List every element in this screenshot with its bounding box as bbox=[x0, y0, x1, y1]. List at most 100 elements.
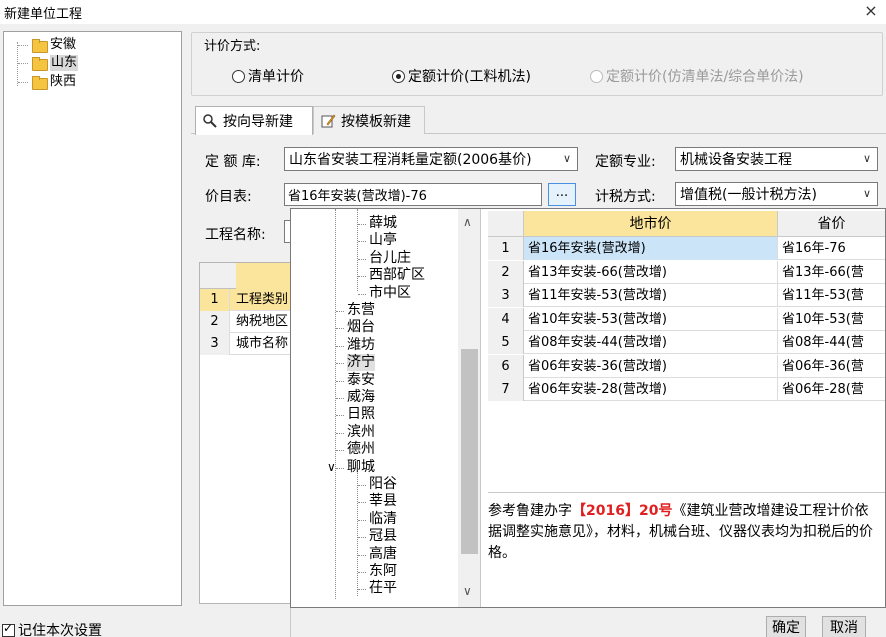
city-tree-item[interactable]: 临清 bbox=[369, 511, 397, 528]
table-row[interactable]: 2 纳税地区 bbox=[200, 311, 292, 333]
tree-connector bbox=[336, 328, 344, 329]
city-tree-item[interactable]: 市中区 bbox=[369, 285, 411, 302]
wizard-icon bbox=[202, 113, 218, 129]
cell-city-price: 省16年安装(营改增) bbox=[524, 237, 778, 260]
city-tree-item[interactable]: 潍坊 bbox=[347, 337, 375, 354]
tax-value: 增值税(一般计税方法) bbox=[680, 187, 817, 203]
city-tree-item[interactable]: 滨州 bbox=[347, 424, 375, 441]
region-tree-item-shaanxi[interactable]: 陕西 bbox=[31, 74, 76, 90]
radio-quota-pricing-imitation[interactable]: 定额计价(仿清单法/综合单价法) bbox=[590, 66, 804, 86]
city-tree-item[interactable]: 台儿庄 bbox=[369, 250, 411, 267]
specialty-label: 定额专业: bbox=[595, 154, 656, 170]
tree-connector bbox=[18, 63, 28, 64]
table-row[interactable]: 3 省11年安装-53(营改增) 省11年-53(营 bbox=[488, 284, 885, 307]
region-tree[interactable]: 安徽 山东 陕西 bbox=[3, 31, 182, 606]
region-tree-label: 山东 bbox=[50, 55, 79, 71]
table-row[interactable]: 1 工程类别 bbox=[200, 289, 292, 311]
remember-settings-checkbox[interactable]: 记住本次设置 bbox=[2, 620, 102, 637]
cell-city-price: 省06年安装-28(营改增) bbox=[524, 378, 778, 401]
tree-connector bbox=[358, 537, 366, 538]
tree-connector bbox=[17, 42, 18, 86]
city-tree-item[interactable]: 莘县 bbox=[369, 493, 397, 510]
table-row[interactable]: 7 省06年安装-28(营改增) 省06年-28(营 bbox=[488, 378, 885, 401]
scroll-thumb[interactable] bbox=[461, 349, 478, 554]
tab-label: 按向导新建 bbox=[223, 114, 293, 130]
specialty-select[interactable]: 机械设备安装工程 ∨ bbox=[675, 147, 878, 171]
row-number: 7 bbox=[488, 378, 524, 401]
table-row[interactable]: 6 省06年安装-36(营改增) 省06年-36(营 bbox=[488, 354, 885, 378]
region-tree-item-shandong[interactable]: 山东 bbox=[31, 55, 79, 71]
city-tree-item[interactable]: 聊城 bbox=[347, 459, 375, 476]
city-tree-item[interactable]: 高唐 bbox=[369, 546, 397, 563]
tree-connector bbox=[358, 485, 366, 486]
city-tree-item[interactable]: 泰安 bbox=[347, 372, 375, 389]
cancel-button[interactable]: 取消 bbox=[822, 616, 866, 637]
chevron-down-icon: ∨ bbox=[862, 152, 871, 165]
tree-connector bbox=[358, 259, 366, 260]
price-list-input[interactable]: 省16年安装(营改增)-76 bbox=[284, 183, 542, 206]
cell-city-price: 省06年安装-36(营改增) bbox=[524, 354, 778, 378]
folder-icon bbox=[31, 39, 48, 53]
city-tree-item[interactable]: 薛城 bbox=[369, 215, 397, 232]
price-list-label: 价目表: bbox=[205, 189, 252, 205]
region-tree-item-anhui[interactable]: 安徽 bbox=[31, 37, 76, 53]
region-tree-label: 安徽 bbox=[50, 37, 77, 52]
specialty-value: 机械设备安装工程 bbox=[680, 152, 792, 168]
radio-dot bbox=[590, 69, 603, 83]
table-row[interactable]: 1 省16年安装(营改增) 省16年-76 bbox=[488, 237, 885, 260]
tab-wizard-new[interactable]: 按向导新建 bbox=[195, 106, 313, 135]
tree-connector bbox=[336, 415, 344, 416]
table-row[interactable]: 5 省08年安装-44(营改增) 省08年-44(营 bbox=[488, 331, 885, 354]
quota-lib-select[interactable]: 山东省安装工程消耗量定额(2006基价) ∨ bbox=[284, 147, 578, 171]
grid-header-accent bbox=[236, 263, 292, 289]
radio-dot bbox=[232, 69, 245, 83]
city-tree-item[interactable]: 东营 bbox=[347, 302, 375, 319]
scroll-up-icon[interactable]: ∧ bbox=[463, 215, 472, 229]
city-tree-item[interactable]: 威海 bbox=[347, 389, 375, 406]
table-row[interactable]: 2 省13年安装-66(营改增) 省13年-66(营 bbox=[488, 260, 885, 284]
browse-button[interactable]: ... bbox=[548, 183, 576, 206]
cell-province-price: 省13年-66(营 bbox=[782, 264, 864, 280]
radio-list-pricing[interactable]: 清单计价 bbox=[232, 66, 304, 86]
city-tree-item[interactable]: 日照 bbox=[347, 406, 375, 423]
window-title: 新建单位工程 bbox=[4, 7, 83, 22]
city-tree-item[interactable]: 冠县 bbox=[369, 528, 397, 545]
table-row[interactable]: 3 城市名称 bbox=[200, 333, 292, 355]
radio-label: 定额计价(工料机法) bbox=[408, 69, 531, 85]
chevron-down-icon: ∨ bbox=[562, 152, 571, 165]
radio-dot bbox=[392, 69, 405, 83]
close-icon[interactable]: × bbox=[862, 1, 880, 21]
row-text: 城市名称 bbox=[236, 336, 289, 351]
scroll-down-icon[interactable]: ∨ bbox=[463, 584, 472, 598]
cell-city-price: 省10年安装-53(营改增) bbox=[524, 307, 778, 331]
radio-label: 定额计价(仿清单法/综合单价法) bbox=[606, 69, 804, 85]
ok-button[interactable]: 确定 bbox=[766, 616, 806, 637]
row-text: 工程类别 bbox=[236, 292, 289, 307]
city-tree-item[interactable]: 山亭 bbox=[369, 232, 397, 249]
tax-label: 计税方式: bbox=[595, 189, 656, 205]
city-tree-item[interactable]: 阳谷 bbox=[369, 476, 397, 493]
price-list-popup[interactable]: 薛城 山亭 台儿庄 西部矿区 市中区 东营 烟台 潍坊 济宁 泰安 威海 日照 滨州 德州 聊城 阳谷 莘县 临清… bbox=[290, 208, 886, 608]
city-tree-item[interactable]: 东阿 bbox=[369, 563, 397, 580]
city-tree-item[interactable]: 西部矿区 bbox=[369, 267, 425, 284]
table-row[interactable]: 4 省10年安装-53(营改增) 省10年-53(营 bbox=[488, 307, 885, 331]
city-tree-item[interactable]: 德州 bbox=[347, 441, 375, 458]
city-tree-item[interactable]: 茌平 bbox=[369, 580, 397, 597]
tree-connector bbox=[358, 572, 366, 573]
tree-connector bbox=[335, 209, 336, 599]
city-tree[interactable]: 薛城 山亭 台儿庄 西部矿区 市中区 东营 烟台 潍坊 济宁 泰安 威海 日照 滨州 德州 聊城 阳谷 莘县 临清… bbox=[291, 209, 481, 607]
title-bar: 新建单位工程 × bbox=[0, 0, 886, 24]
city-tree-item[interactable]: 济宁 bbox=[347, 354, 375, 371]
city-tree-scrollbar[interactable]: ∧ ∨ bbox=[458, 209, 480, 607]
radio-quota-pricing[interactable]: 定额计价(工料机法) bbox=[392, 66, 531, 86]
expand-chevron-icon[interactable]: ∨ bbox=[327, 459, 336, 476]
city-tree-item[interactable]: 烟台 bbox=[347, 319, 375, 336]
row-number: 6 bbox=[488, 354, 524, 378]
col-header-city-price: 地市价 bbox=[524, 211, 778, 237]
cell-province-price: 省10年-53(营 bbox=[782, 311, 864, 327]
tax-select[interactable]: 增值税(一般计税方法) ∨ bbox=[675, 182, 878, 206]
tree-connector bbox=[358, 294, 366, 295]
price-note: 参考鲁建办字【2016】20号《建筑业营改增建设工程计价依据调整实施意见》，材料… bbox=[488, 492, 885, 605]
note-doc-number: 【2016】20号 bbox=[572, 503, 673, 519]
tab-template-new[interactable]: 按模板新建 bbox=[313, 106, 425, 134]
